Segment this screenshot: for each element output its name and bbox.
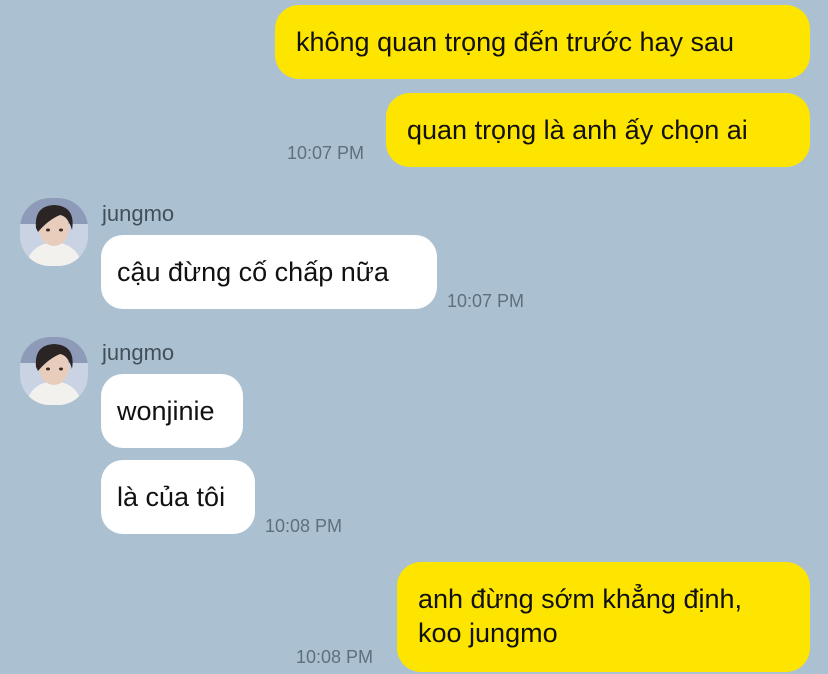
message-text-line-1: anh đừng sớm khẳng định, [418, 584, 742, 614]
message-timestamp: 10:07 PM [447, 291, 525, 311]
avatar[interactable] [20, 337, 88, 405]
sender-name: jungmo [102, 201, 175, 226]
chat-view: không quan trọng đến trước hay sau quan … [0, 0, 828, 674]
incoming-message-bubble[interactable]: wonjinie [101, 374, 243, 448]
message-text-line-2: koo jungmo [418, 618, 558, 648]
message-timestamp: 10:07 PM [287, 143, 365, 163]
message-text: wonjinie [117, 396, 215, 426]
sender-name: jungmo [102, 340, 175, 365]
message-text: không quan trọng đến trước hay sau [296, 27, 735, 57]
user-avatar-icon [20, 198, 88, 266]
incoming-message-bubble[interactable]: là của tôi [101, 460, 255, 534]
message-timestamp: 10:08 PM [265, 516, 343, 536]
outgoing-message-bubble[interactable]: quan trọng là anh ấy chọn ai [386, 93, 810, 167]
message-text: cậu đừng cố chấp nữa [117, 257, 389, 287]
outgoing-message-bubble[interactable]: không quan trọng đến trước hay sau [275, 5, 810, 79]
outgoing-message-bubble[interactable]: anh đừng sớm khẳng định, koo jungmo [397, 562, 810, 672]
user-avatar-icon [20, 337, 88, 405]
message-timestamp: 10:08 PM [296, 647, 374, 667]
avatar[interactable] [20, 198, 88, 266]
message-text: quan trọng là anh ấy chọn ai [407, 115, 748, 145]
incoming-message-bubble[interactable]: cậu đừng cố chấp nữa [101, 235, 437, 309]
message-text: là của tôi [117, 482, 226, 512]
